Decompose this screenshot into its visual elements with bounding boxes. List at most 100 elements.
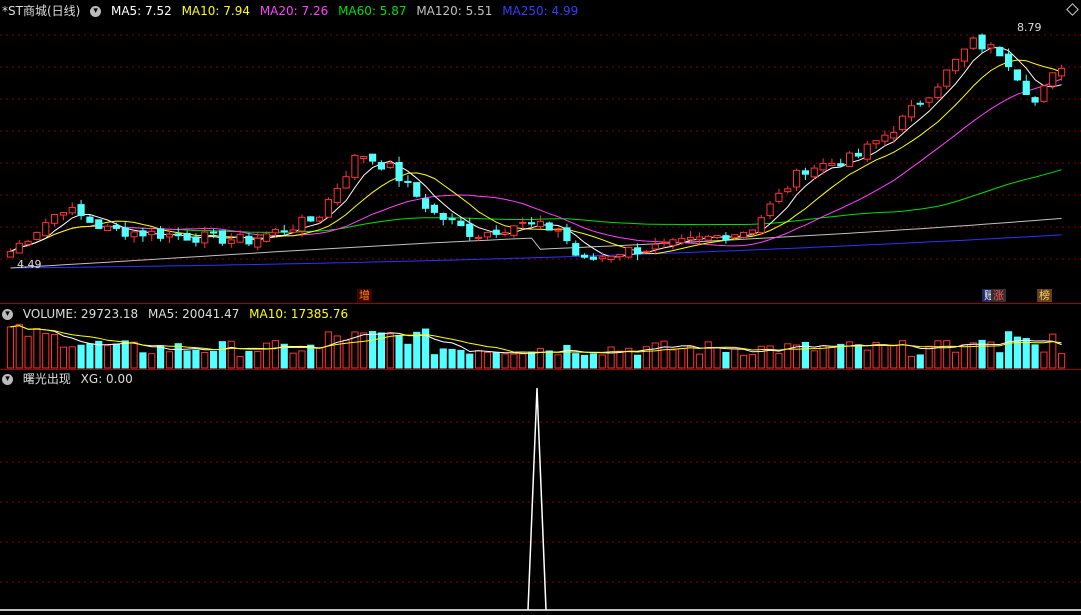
candle-body	[907, 105, 916, 118]
volume-bar	[59, 346, 68, 369]
volume-bar	[492, 352, 500, 369]
candle-body	[934, 86, 942, 98]
volume-bar	[943, 340, 951, 369]
candle-body	[1004, 53, 1013, 68]
volume-bar	[810, 350, 818, 369]
volume-bar	[501, 353, 509, 369]
volume-bar	[854, 344, 863, 369]
volume-bar	[616, 350, 624, 369]
volume-bar	[1031, 344, 1039, 369]
candle-body	[810, 167, 818, 178]
candle-body	[236, 233, 244, 243]
candle-body	[395, 162, 403, 182]
candle-body	[660, 241, 668, 244]
candle-body	[201, 231, 209, 244]
candle-body	[95, 219, 103, 229]
volume-bar	[404, 343, 412, 369]
volume-label: VOLUME: 29723.18	[22, 307, 139, 321]
volume-bar	[890, 344, 898, 369]
candle-body	[139, 230, 147, 237]
volume-bar	[236, 355, 244, 369]
volume-bar	[669, 349, 677, 369]
volume-bar	[1040, 351, 1048, 369]
volume-bar	[298, 350, 306, 369]
price-header: *ST商城(日线) ▾ MA5: 7.52 MA10: 7.94 MA20: 7…	[2, 3, 584, 19]
candle-body	[1031, 97, 1039, 103]
volume-bar	[474, 350, 483, 369]
chevron-down-icon[interactable]: ▾	[2, 374, 13, 385]
volume-bar	[960, 344, 969, 369]
candle-body	[68, 206, 76, 214]
candle-body	[457, 220, 465, 227]
ma5-label: MA5: 7.52	[110, 4, 172, 18]
volume-bar	[165, 351, 174, 369]
indicator-panel[interactable]: ▾ 曙光出现 XG: 0.00	[0, 370, 1081, 615]
ma60-label: MA60: 5.87	[338, 4, 407, 18]
volume-bar	[218, 341, 227, 369]
candle-body	[307, 216, 315, 222]
candle-body	[413, 182, 421, 197]
candle-body	[898, 115, 907, 131]
candle-body	[739, 231, 748, 238]
volume-bar	[633, 354, 642, 369]
volume-bar	[139, 352, 147, 369]
price-chart[interactable]	[0, 0, 1081, 303]
volume-bar	[457, 349, 465, 369]
candle-body	[439, 213, 447, 220]
volume-bar	[15, 323, 23, 369]
volume-bar	[50, 333, 59, 369]
event-tag-zeng[interactable]: 增	[357, 289, 372, 302]
candle-body	[112, 224, 121, 229]
volume-bar	[430, 354, 439, 369]
volume-bar	[262, 342, 271, 369]
volume-bar	[174, 343, 182, 369]
volume-bar	[360, 332, 368, 369]
event-tag-bang[interactable]: 榜	[1037, 289, 1052, 302]
volume-bar	[837, 343, 845, 369]
low-price-label: 4.49	[17, 258, 42, 271]
volume-bar	[907, 355, 916, 369]
candle-body	[598, 256, 606, 260]
volume-bar	[881, 344, 889, 369]
volume-bar	[254, 350, 262, 369]
volume-bar	[704, 341, 712, 369]
chevron-down-icon[interactable]: ▾	[2, 309, 13, 320]
indicator-chart[interactable]	[0, 370, 1081, 615]
volume-bar	[651, 342, 659, 369]
candle-body	[351, 154, 359, 178]
candle-body	[42, 222, 50, 237]
volume-panel[interactable]: ▾ VOLUME: 29723.18 MA5: 20041.47 MA10: 1…	[0, 304, 1081, 369]
candle-body	[580, 254, 589, 258]
price-panel[interactable]: *ST商城(日线) ▾ MA5: 7.52 MA10: 7.94 MA20: 7…	[0, 0, 1081, 303]
indicator-header: ▾ 曙光出现 XG: 0.00	[2, 371, 139, 387]
candle-body	[377, 162, 386, 170]
candle-body	[121, 227, 129, 237]
candle-body	[863, 143, 871, 160]
candle-body	[165, 233, 174, 238]
candle-body	[430, 204, 439, 213]
candle-body	[943, 69, 951, 87]
candle-body	[156, 228, 165, 239]
volume-bar	[156, 345, 165, 369]
candle-body	[890, 131, 898, 139]
candle-body	[572, 243, 580, 256]
volume-bar	[580, 354, 589, 369]
volume-bar	[112, 343, 121, 369]
candle-body	[554, 229, 562, 232]
volume-bar	[784, 343, 792, 369]
event-tag-zhang-rise[interactable]: 涨	[991, 289, 1006, 302]
chevron-down-icon[interactable]: ▾	[90, 6, 102, 17]
candle-body	[280, 230, 288, 233]
volume-bar	[192, 349, 200, 369]
volume-bar	[289, 352, 297, 369]
candle-body	[103, 225, 112, 232]
candle-body	[722, 235, 730, 241]
candle-body	[315, 216, 324, 222]
candle-body	[519, 221, 527, 224]
candle-body	[6, 251, 15, 258]
volume-bar	[103, 345, 112, 369]
volume-bar	[209, 350, 218, 369]
ma20-line	[10, 78, 1062, 252]
volume-bar	[1057, 353, 1066, 369]
volume-bar	[183, 350, 191, 369]
